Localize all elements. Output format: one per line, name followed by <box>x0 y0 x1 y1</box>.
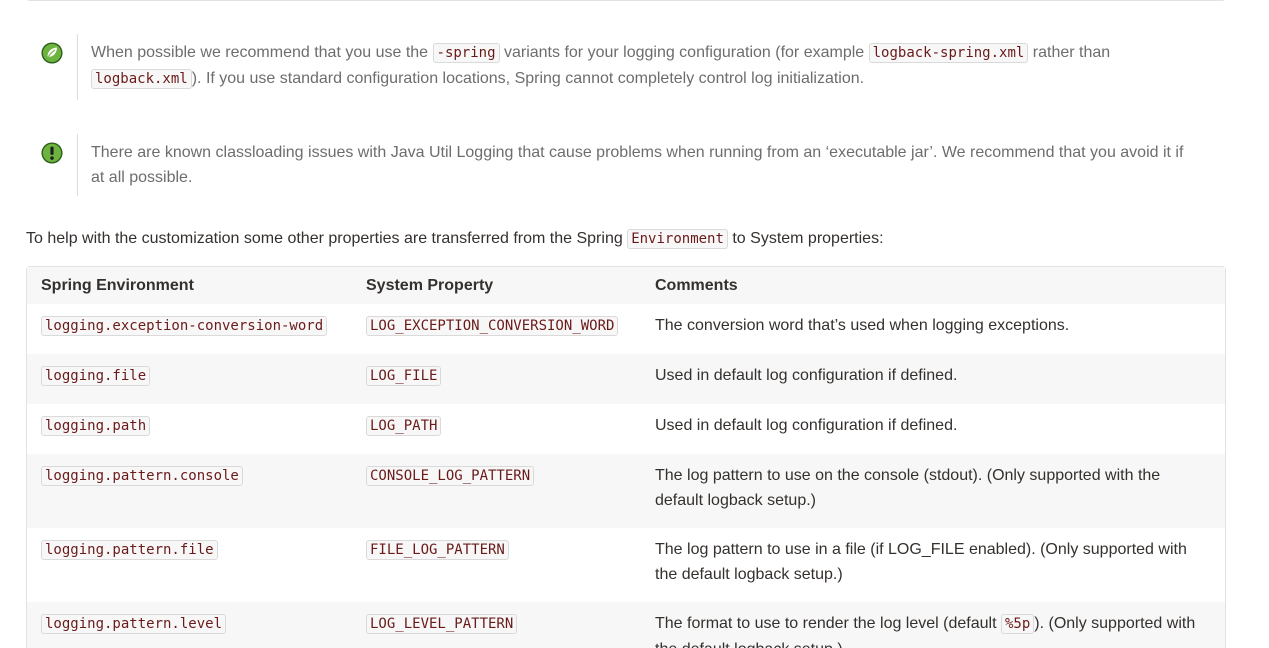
tip-text-before: When possible we recommend that you use … <box>91 44 433 61</box>
env-cell: logging.pattern.console <box>27 454 352 528</box>
prop-name: LOG_FILE <box>366 366 442 386</box>
table-row: logging.exception-conversion-word LOG_EX… <box>27 304 1225 354</box>
inline-code: Environment <box>627 229 728 249</box>
table-row: logging.pattern.file FILE_LOG_PATTERN Th… <box>27 528 1225 602</box>
env-cell: logging.file <box>27 354 352 404</box>
tip-text-mid2: rather than <box>1028 44 1111 61</box>
comment-cell: The log pattern to use in a file (if LOG… <box>641 528 1225 602</box>
prop-cell: LOG_FILE <box>352 354 641 404</box>
intro-paragraph: To help with the customization some othe… <box>26 227 884 251</box>
table-row: logging.file LOG_FILE Used in default lo… <box>27 354 1225 404</box>
prop-name: LOG_PATH <box>366 416 442 436</box>
comment-cell: The log pattern to use on the console (s… <box>641 454 1225 528</box>
comment-cell: Used in default log configuration if def… <box>641 404 1225 454</box>
warning-icon-cell <box>26 134 77 196</box>
prop-cell: CONSOLE_LOG_PATTERN <box>352 454 641 528</box>
inline-code: logback.xml <box>91 69 192 89</box>
prop-cell: LOG_EXCEPTION_CONVERSION_WORD <box>352 304 641 354</box>
intro-text-after: to System properties: <box>727 230 884 247</box>
env-cell: logging.pattern.file <box>27 528 352 602</box>
previous-block-border <box>26 0 1226 1</box>
env-name: logging.path <box>41 416 151 436</box>
header-system-property: System Property <box>352 267 641 304</box>
prop-name: LOG_EXCEPTION_CONVERSION_WORD <box>366 316 619 336</box>
warning-text: There are known classloading issues with… <box>91 144 1184 186</box>
env-name: logging.pattern.level <box>41 614 227 634</box>
comment-cell: The conversion word that’s used when log… <box>641 304 1225 354</box>
tip-content: When possible we recommend that you use … <box>77 34 1210 100</box>
prop-name: FILE_LOG_PATTERN <box>366 540 509 560</box>
inline-code: logback-spring.xml <box>868 43 1029 63</box>
header-comments: Comments <box>641 267 1225 304</box>
spring-leaf-icon <box>40 42 63 64</box>
tip-icon-cell <box>26 34 77 100</box>
table-row: logging.path LOG_PATH Used in default lo… <box>27 404 1225 454</box>
comment-text-before: The format to use to render the log leve… <box>655 615 1001 632</box>
env-name: logging.exception-conversion-word <box>41 316 328 336</box>
inline-code: %5p <box>1000 614 1035 634</box>
prop-name: CONSOLE_LOG_PATTERN <box>366 466 535 486</box>
prop-cell: FILE_LOG_PATTERN <box>352 528 641 602</box>
comment-cell: The format to use to render the log leve… <box>641 602 1225 648</box>
prop-name: LOG_LEVEL_PATTERN <box>366 614 518 634</box>
inline-code: -spring <box>432 43 500 63</box>
prop-cell: LOG_PATH <box>352 404 641 454</box>
intro-text-before: To help with the customization some othe… <box>26 230 628 247</box>
comment-cell: Used in default log configuration if def… <box>641 354 1225 404</box>
properties-table: Spring Environment System Property Comme… <box>26 266 1226 648</box>
env-name: logging.pattern.file <box>41 540 218 560</box>
env-cell: logging.pattern.level <box>27 602 352 648</box>
table-header-row: Spring Environment System Property Comme… <box>27 267 1225 304</box>
env-name: logging.pattern.console <box>41 466 243 486</box>
header-spring-environment: Spring Environment <box>27 267 352 304</box>
table-row: logging.pattern.console CONSOLE_LOG_PATT… <box>27 454 1225 528</box>
table-row: logging.pattern.level LOG_LEVEL_PATTERN … <box>27 602 1225 648</box>
prop-cell: LOG_LEVEL_PATTERN <box>352 602 641 648</box>
exclamation-icon <box>40 142 63 164</box>
tip-admonition: When possible we recommend that you use … <box>26 34 1224 100</box>
env-name: logging.file <box>41 366 151 386</box>
tip-text-after: ). If you use standard configuration loc… <box>191 70 865 87</box>
tip-text-mid1: variants for your logging configuration … <box>499 44 869 61</box>
env-cell: logging.exception-conversion-word <box>27 304 352 354</box>
warning-content: There are known classloading issues with… <box>77 134 1210 196</box>
env-cell: logging.path <box>27 404 352 454</box>
warning-admonition: There are known classloading issues with… <box>26 134 1224 196</box>
